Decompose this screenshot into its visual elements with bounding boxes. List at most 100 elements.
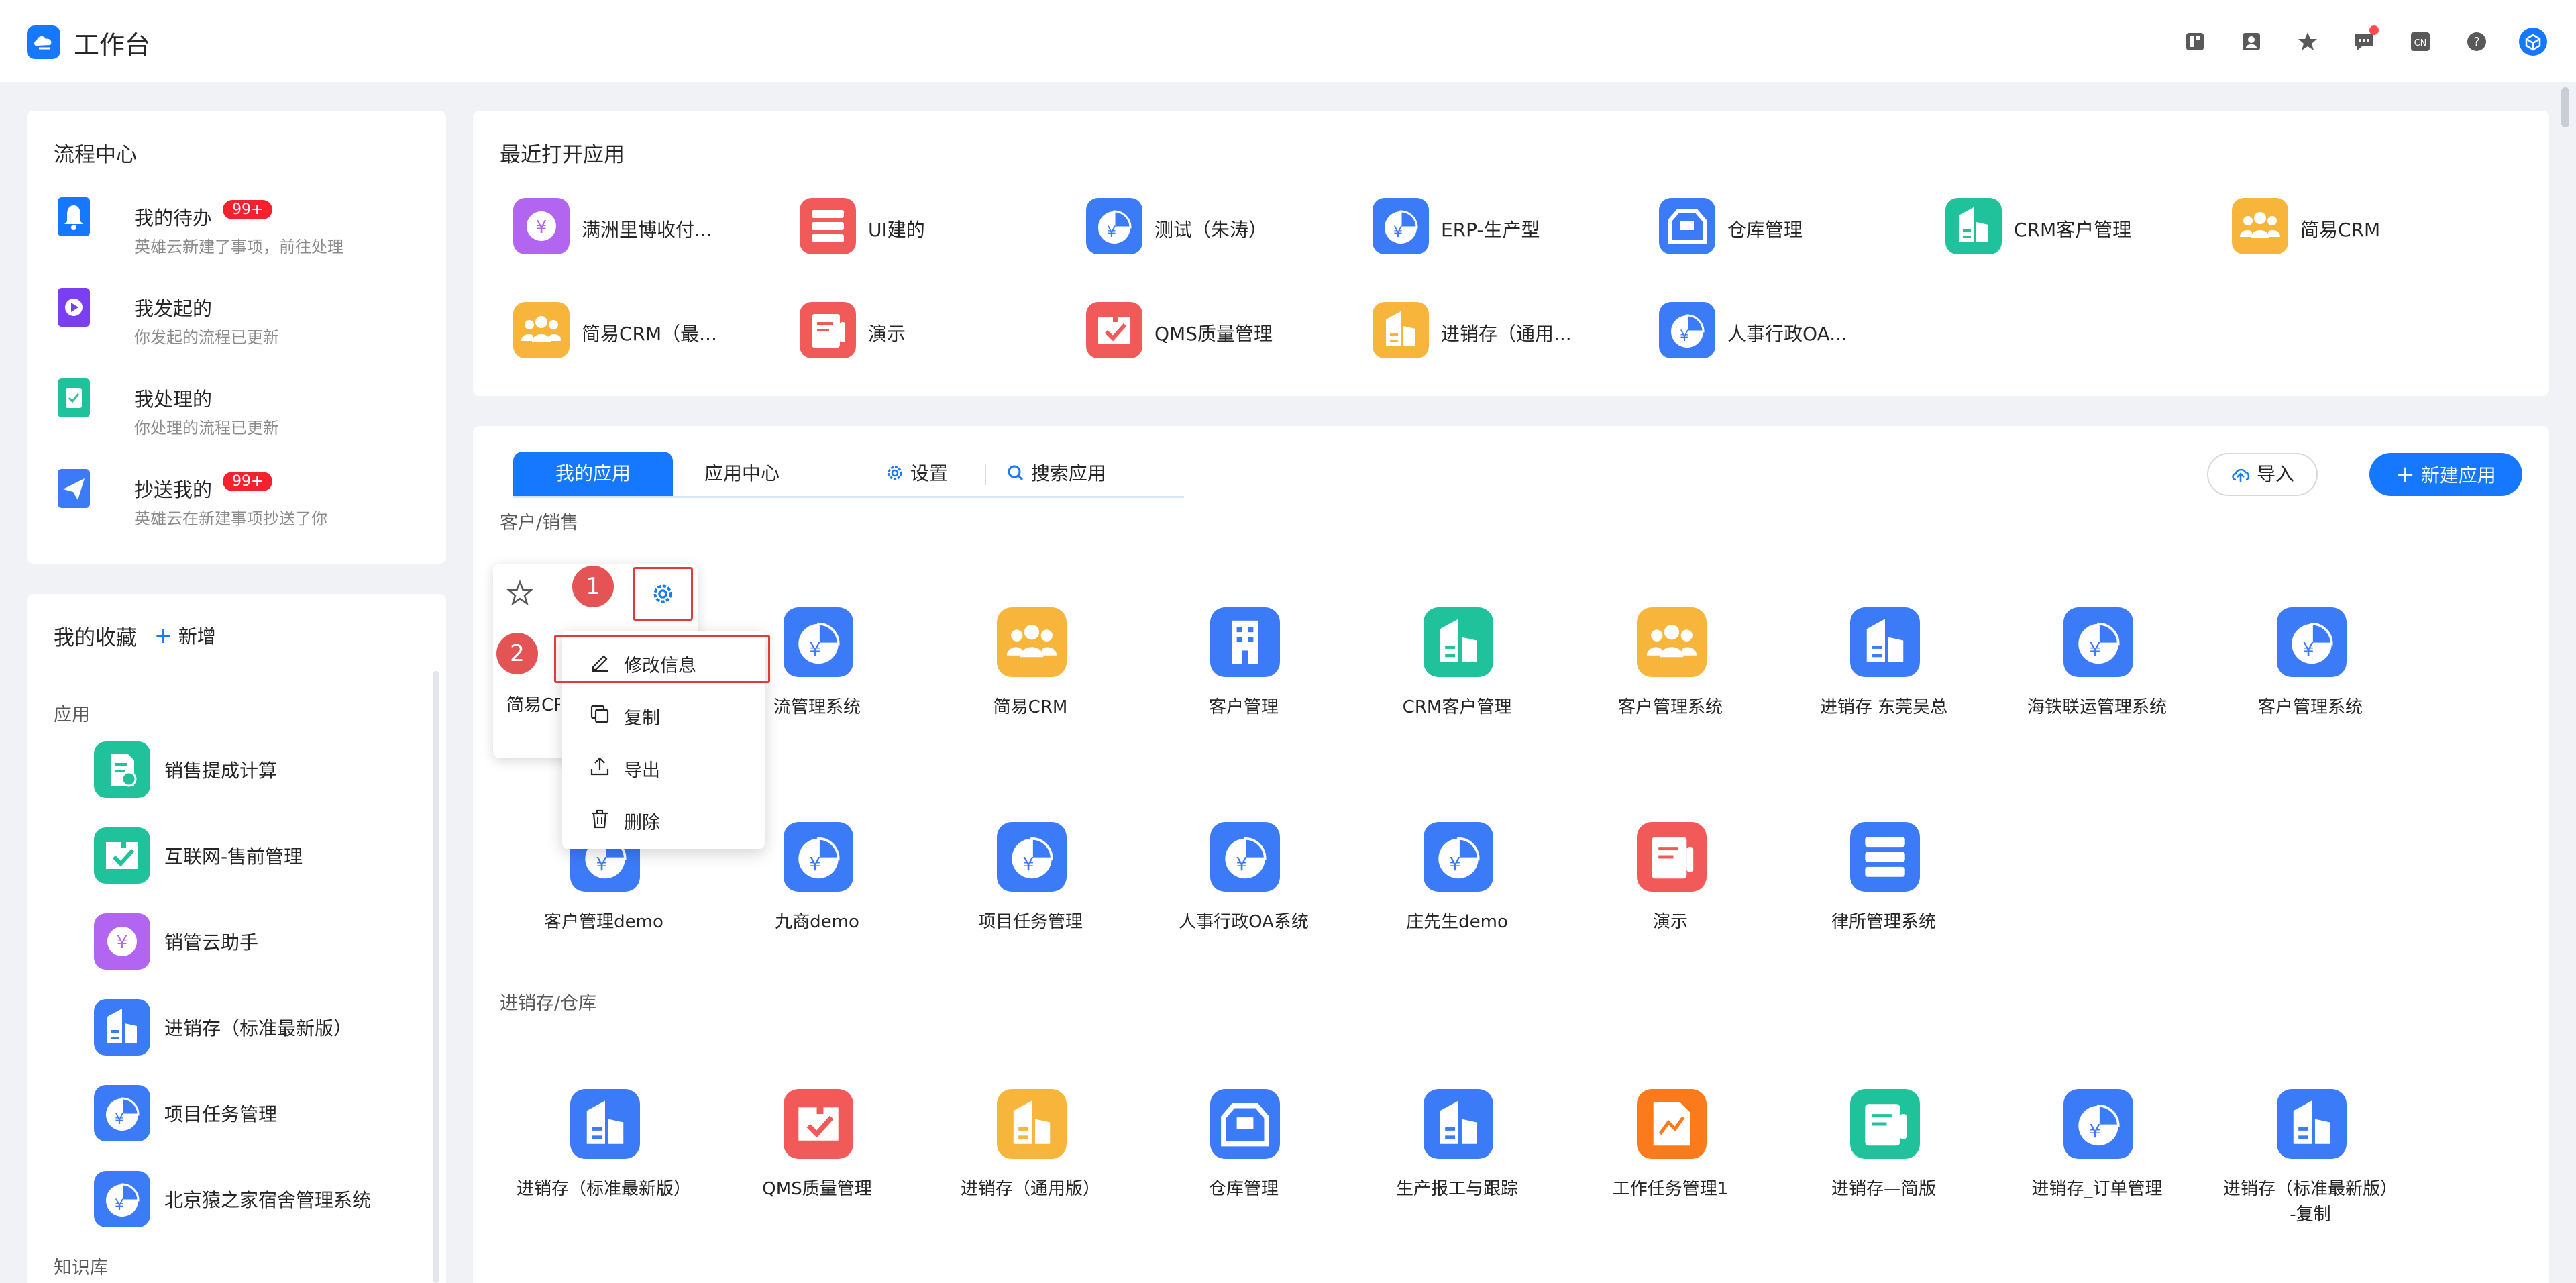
app-tile[interactable]: ¥ 项目任务管理 xyxy=(923,822,1138,970)
svg-text:¥: ¥ xyxy=(1236,854,1247,875)
star-outline-icon[interactable] xyxy=(506,580,533,607)
import-button[interactable]: 导入 xyxy=(2207,453,2318,496)
add-favorite-button[interactable]: + 新增 xyxy=(154,622,216,649)
menu-item-copy[interactable]: 复制 xyxy=(562,690,765,738)
recent-app-item[interactable]: ¥ ERP-生产型 xyxy=(1373,198,1641,258)
recent-app-item[interactable]: 简易CRM xyxy=(2232,198,2500,258)
process-item-initiated[interactable]: 我发起的 你发起的流程已更新 xyxy=(27,285,402,359)
settings-button[interactable]: 设置 xyxy=(885,452,948,496)
app-tile[interactable]: 进销存（标准最新版） xyxy=(496,1089,711,1237)
pie-yen-icon: ¥ xyxy=(94,1085,150,1141)
process-item-todo[interactable]: 我的待办 99+ 英雄云新建了事项，前往处理 xyxy=(27,195,402,268)
recent-app-item[interactable]: 进销存（通用... xyxy=(1373,302,1641,362)
favorite-item[interactable]: 进销存（标准最新版） xyxy=(94,999,443,1056)
recent-app-item[interactable]: CRM客户管理 xyxy=(1945,198,2214,258)
favorite-item[interactable]: 互联网-售前管理 xyxy=(94,827,443,884)
svg-text:¥: ¥ xyxy=(1107,224,1116,241)
recent-app-item[interactable]: 演示 xyxy=(800,302,1068,362)
menu-item-delete[interactable]: 删除 xyxy=(562,794,765,843)
layout-icon[interactable] xyxy=(2179,25,2211,58)
app-tile[interactable]: CRM客户管理 xyxy=(1350,607,1564,755)
pie-yen-icon: ¥ xyxy=(2277,607,2347,677)
favorites-scrollbar[interactable] xyxy=(433,671,439,1283)
app-tile[interactable]: 进销存（通用版） xyxy=(923,1089,1138,1237)
people-icon xyxy=(997,607,1067,677)
app-tile[interactable]: 简易CRM xyxy=(923,607,1138,755)
app-tile[interactable]: 客户管理 xyxy=(1136,607,1351,755)
contact-icon[interactable] xyxy=(2235,25,2267,58)
recent-app-item[interactable]: ¥ 满洲里博收付... xyxy=(513,198,782,258)
favorite-item[interactable]: ¥ 北京猿之家宿舍管理系统 xyxy=(94,1171,443,1227)
app-tile[interactable]: 工作任务管理1 xyxy=(1563,1089,1778,1237)
avatar-icon[interactable] xyxy=(2517,25,2549,58)
app-tile-label: 进销存_订单管理 xyxy=(2031,1179,2163,1199)
app-tile[interactable]: 律所管理系统 xyxy=(1776,822,1991,970)
app-tile[interactable]: 仓库管理 xyxy=(1136,1089,1351,1237)
tab-app-center[interactable]: 应用中心 xyxy=(704,452,780,496)
favorite-item[interactable]: 销售提成计算 xyxy=(94,741,443,798)
recent-app-label: CRM客户管理 xyxy=(2014,219,2132,241)
recent-app-item[interactable]: ¥ 人事行政OA... xyxy=(1659,302,1927,362)
app-tile[interactable]: 进销存 东莞吴总 xyxy=(1776,607,1991,755)
svg-text:¥: ¥ xyxy=(1449,854,1460,875)
search-app-input[interactable]: 搜索应用 xyxy=(1006,452,1106,496)
favorite-item[interactable]: ¥ 项目任务管理 xyxy=(94,1085,443,1141)
people-icon xyxy=(1637,607,1707,677)
building-doc-icon xyxy=(1850,607,1920,677)
app-tile[interactable]: ¥ 进销存_订单管理 xyxy=(1990,1089,2204,1237)
app-tile[interactable]: ¥ 庄先生demo xyxy=(1350,822,1564,970)
favorite-item[interactable]: ¥ 销管云助手 xyxy=(94,913,443,970)
app-tile[interactable]: 演示 xyxy=(1563,822,1778,970)
header-toolbar: CN ? xyxy=(2155,25,2549,58)
group-title: 进销存/仓库 xyxy=(500,993,597,1014)
plus-icon: + xyxy=(2396,461,2415,488)
highlight-edit-info xyxy=(554,635,770,683)
chart-doc-icon xyxy=(1637,1089,1707,1159)
menu-item-export[interactable]: 导出 xyxy=(562,742,765,790)
app-tile[interactable]: 客户管理系统 xyxy=(1563,607,1778,755)
recent-app-item[interactable]: 仓库管理 xyxy=(1659,198,1927,258)
menu-item-label: 删除 xyxy=(624,813,660,833)
recent-app-item[interactable]: ¥ 测试（朱涛） xyxy=(1086,198,1354,258)
gear-icon xyxy=(888,466,902,480)
process-center-panel: 流程中心 我的待办 99+ 英雄云新建了事项，前往处理 我发起的 你发起的流程已… xyxy=(27,111,446,564)
recent-app-item[interactable]: QMS质量管理 xyxy=(1086,302,1354,362)
building-doc-icon xyxy=(1373,302,1429,358)
language-icon[interactable]: CN xyxy=(2404,25,2436,58)
recent-apps-title: 最近打开应用 xyxy=(500,143,625,167)
message-icon[interactable] xyxy=(2348,25,2380,58)
tab-my-apps[interactable]: 我的应用 xyxy=(513,452,673,496)
app-settings-button[interactable] xyxy=(633,567,693,621)
process-item-cc[interactable]: 抄送我的 99+ 英雄云在新建事项抄送了你 xyxy=(27,466,402,540)
app-tile[interactable]: 生产报工与跟踪 xyxy=(1350,1089,1564,1237)
recent-app-item[interactable]: 简易CRM（最... xyxy=(513,302,782,362)
app-tile[interactable]: ¥ 客户管理系统 xyxy=(2203,607,2418,755)
svg-text:¥: ¥ xyxy=(1393,224,1403,241)
svg-text:¥: ¥ xyxy=(536,217,547,238)
app-tile[interactable]: ¥ 人事行政OA系统 xyxy=(1136,822,1351,970)
menu-item-label: 导出 xyxy=(624,760,660,781)
box-icon xyxy=(1210,1089,1280,1159)
yen-circle-icon: ¥ xyxy=(513,198,570,254)
app-tile-label: 生产报工与跟踪 xyxy=(1395,1179,1518,1199)
app-tile[interactable]: 进销存—简版 xyxy=(1776,1089,1991,1237)
app-tile-label: 客户管理系统 xyxy=(2257,697,2363,717)
app-tile-label: 进销存 东莞吴总 xyxy=(1819,697,1948,717)
app-tile[interactable]: ¥ 海铁联运管理系统 xyxy=(1990,607,2204,755)
process-item-handled[interactable]: 我处理的 你处理的流程已更新 xyxy=(27,376,402,450)
page-scrollbar[interactable] xyxy=(2561,87,2569,127)
cc-count-badge: 99+ xyxy=(223,472,273,491)
new-app-button[interactable]: + 新建应用 xyxy=(2369,453,2522,496)
recent-apps-panel: 最近打开应用 ¥ 满洲里博收付... UI建的 ¥ 测试（朱涛） ¥ ERP-生… xyxy=(473,111,2549,396)
check-doc-icon xyxy=(58,378,90,417)
app-tile-label: 进销存（标准最新版） xyxy=(516,1179,691,1199)
help-icon[interactable]: ? xyxy=(2461,25,2493,58)
recent-app-item[interactable]: UI建的 xyxy=(800,198,1068,258)
app-tile[interactable]: 进销存（标准最新版） -复制 xyxy=(2203,1089,2418,1237)
process-item-name: 我处理的 xyxy=(134,388,213,411)
recent-app-label: ERP-生产型 xyxy=(1441,219,1540,241)
star-icon[interactable] xyxy=(2292,25,2324,58)
app-tile[interactable]: QMS质量管理 xyxy=(710,1089,924,1237)
svg-text:?: ? xyxy=(2473,35,2480,49)
app-tile-label-line2: -复制 xyxy=(2290,1204,2331,1225)
